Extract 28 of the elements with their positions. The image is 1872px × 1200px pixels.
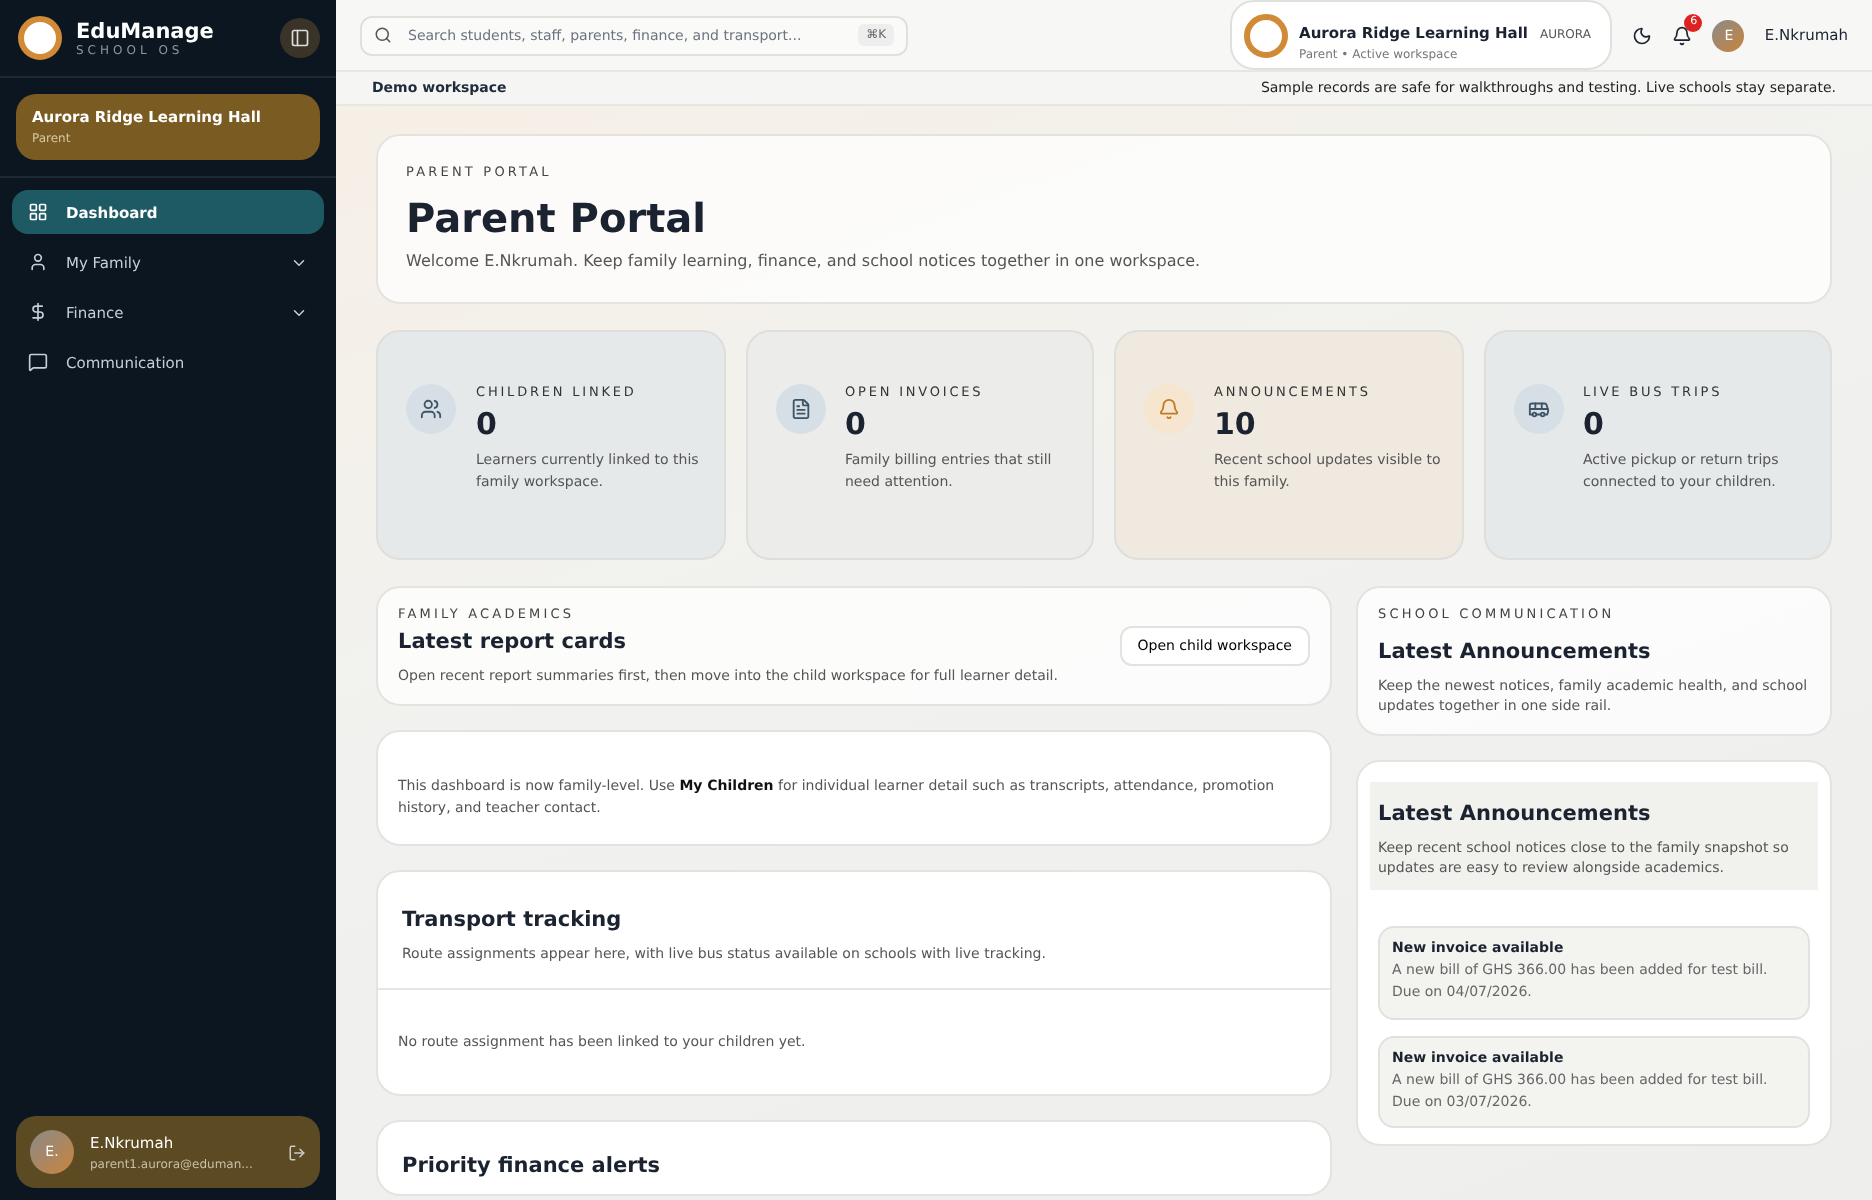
- section-title: Latest Announcements: [1378, 801, 1653, 826]
- sidebar-toggle-button[interactable]: [280, 18, 320, 58]
- section-title: Priority finance alerts: [402, 1154, 663, 1179]
- bus-icon: [1513, 383, 1563, 434]
- chat-bubble-icon: [28, 352, 48, 372]
- stat-value: 0: [845, 405, 868, 442]
- stat-value: 10: [1214, 405, 1258, 442]
- section-title: Transport tracking: [402, 908, 624, 933]
- stat-value: 0: [1583, 405, 1606, 442]
- section-title: Latest report cards: [398, 629, 628, 654]
- hero-subtitle: Welcome E.Nkrumah. Keep family learning, finance, and school notices together in one workspace.: [406, 250, 1203, 274]
- document-icon: [775, 383, 825, 434]
- logo-icon: [18, 16, 62, 60]
- bell-icon[interactable]: [1672, 25, 1693, 45]
- logout-icon[interactable]: [288, 1143, 306, 1161]
- page-title: Parent Portal: [406, 194, 708, 242]
- brand-name: EduManage: [76, 19, 214, 43]
- panel-icon: [290, 28, 310, 48]
- stat-value: 0: [476, 405, 499, 442]
- bell-icon: [1144, 383, 1194, 434]
- moon-icon[interactable]: [1632, 25, 1653, 45]
- school-logo-icon: [1243, 13, 1288, 57]
- search-icon: [374, 26, 392, 44]
- user-icon: [28, 252, 48, 272]
- grid-icon: [28, 202, 48, 222]
- people-icon: [406, 383, 456, 434]
- section-title: Latest Announcements: [1378, 639, 1653, 664]
- dollar-icon: [28, 302, 48, 322]
